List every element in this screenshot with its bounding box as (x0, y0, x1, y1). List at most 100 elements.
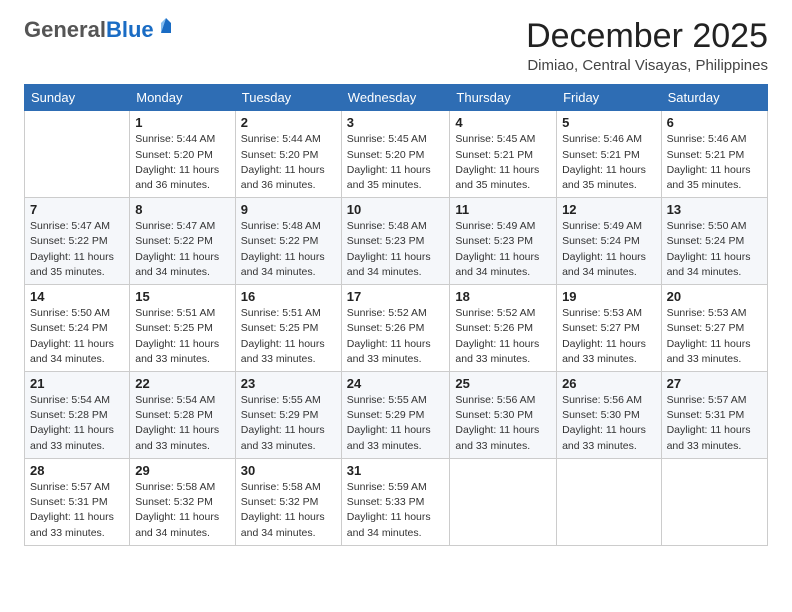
day-info: Sunrise: 5:56 AMSunset: 5:30 PMDaylight:… (455, 393, 551, 454)
col-header-thursday: Thursday (450, 85, 557, 111)
day-info: Sunrise: 5:47 AMSunset: 5:22 PMDaylight:… (30, 219, 124, 280)
calendar-cell (25, 111, 130, 198)
day-number: 5 (562, 115, 656, 130)
day-number: 25 (455, 376, 551, 391)
day-number: 9 (241, 202, 336, 217)
calendar-cell: 4Sunrise: 5:45 AMSunset: 5:21 PMDaylight… (450, 111, 557, 198)
day-info: Sunrise: 5:44 AMSunset: 5:20 PMDaylight:… (135, 132, 230, 193)
calendar-cell: 25 Sunrise: 5:56 AMSunset: 5:30 PMDayligh… (450, 372, 557, 459)
day-info: Sunrise: 5:48 AMSunset: 5:22 PMDaylight:… (241, 219, 336, 280)
day-info: Sunrise: 5:45 AMSunset: 5:20 PMDaylight:… (347, 132, 445, 193)
day-info: Sunrise: 5:55 AMSunset: 5:29 PMDaylight:… (347, 393, 445, 454)
col-header-saturday: Saturday (661, 85, 767, 111)
calendar-cell: 28 Sunrise: 5:57 AMSunset: 5:31 PMDayligh… (25, 458, 130, 545)
day-info: Sunrise: 5:49 AMSunset: 5:24 PMDaylight:… (562, 219, 656, 280)
day-info: Sunrise: 5:51 AMSunset: 5:25 PMDaylight:… (135, 306, 230, 367)
day-number: 22 (135, 376, 230, 391)
day-number: 11 (455, 202, 551, 217)
calendar-cell: 29 Sunrise: 5:58 AMSunset: 5:32 PMDayligh… (130, 458, 236, 545)
day-number: 20 (667, 289, 762, 304)
day-info: Sunrise: 5:49 AMSunset: 5:23 PMDaylight:… (455, 219, 551, 280)
day-info: Sunrise: 5:52 AMSunset: 5:26 PMDaylight:… (455, 306, 551, 367)
col-header-tuesday: Tuesday (235, 85, 341, 111)
calendar-cell (557, 458, 662, 545)
calendar-cell: 10Sunrise: 5:48 AMSunset: 5:23 PMDayligh… (341, 198, 450, 285)
calendar-cell: 30 Sunrise: 5:58 AMSunset: 5:32 PMDayligh… (235, 458, 341, 545)
day-info: Sunrise: 5:52 AMSunset: 5:26 PMDaylight:… (347, 306, 445, 367)
day-number: 8 (135, 202, 230, 217)
col-header-monday: Monday (130, 85, 236, 111)
day-info: Sunrise: 5:55 AMSunset: 5:29 PMDaylight:… (241, 393, 336, 454)
day-info: Sunrise: 5:57 AMSunset: 5:31 PMDaylight:… (30, 480, 124, 541)
day-number: 17 (347, 289, 445, 304)
day-number: 10 (347, 202, 445, 217)
col-header-wednesday: Wednesday (341, 85, 450, 111)
calendar-cell (661, 458, 767, 545)
calendar-cell: 7 Sunrise: 5:47 AMSunset: 5:22 PMDaylight… (25, 198, 130, 285)
header: GeneralBlue December 2025 Dimiao, Centra… (24, 18, 768, 74)
day-info: Sunrise: 5:53 AMSunset: 5:27 PMDaylight:… (667, 306, 762, 367)
col-header-friday: Friday (557, 85, 662, 111)
day-info: Sunrise: 5:46 AMSunset: 5:21 PMDaylight:… (562, 132, 656, 193)
day-number: 24 (347, 376, 445, 391)
day-number: 13 (667, 202, 762, 217)
calendar-week-row: 21 Sunrise: 5:54 AMSunset: 5:28 PMDayligh… (25, 372, 768, 459)
calendar-cell: 3Sunrise: 5:45 AMSunset: 5:20 PMDaylight… (341, 111, 450, 198)
page: GeneralBlue December 2025 Dimiao, Centra… (0, 0, 792, 612)
day-number: 1 (135, 115, 230, 130)
day-number: 30 (241, 463, 336, 478)
calendar-cell: 6 Sunrise: 5:46 AMSunset: 5:21 PMDaylight… (661, 111, 767, 198)
day-info: Sunrise: 5:58 AMSunset: 5:32 PMDaylight:… (241, 480, 336, 541)
calendar-week-row: 1 Sunrise: 5:44 AMSunset: 5:20 PMDaylight… (25, 111, 768, 198)
calendar-week-row: 14 Sunrise: 5:50 AMSunset: 5:24 PMDayligh… (25, 285, 768, 372)
calendar-cell (450, 458, 557, 545)
calendar-cell: 9 Sunrise: 5:48 AMSunset: 5:22 PMDaylight… (235, 198, 341, 285)
calendar-cell: 1 Sunrise: 5:44 AMSunset: 5:20 PMDaylight… (130, 111, 236, 198)
day-number: 15 (135, 289, 230, 304)
day-number: 6 (667, 115, 762, 130)
day-number: 12 (562, 202, 656, 217)
calendar-table: SundayMondayTuesdayWednesdayThursdayFrid… (24, 84, 768, 545)
month-title: December 2025 (526, 18, 768, 55)
day-info: Sunrise: 5:47 AMSunset: 5:22 PMDaylight:… (135, 219, 230, 280)
calendar-cell: 23 Sunrise: 5:55 AMSunset: 5:29 PMDayligh… (235, 372, 341, 459)
day-number: 29 (135, 463, 230, 478)
day-info: Sunrise: 5:50 AMSunset: 5:24 PMDaylight:… (667, 219, 762, 280)
day-info: Sunrise: 5:50 AMSunset: 5:24 PMDaylight:… (30, 306, 124, 367)
day-info: Sunrise: 5:56 AMSunset: 5:30 PMDaylight:… (562, 393, 656, 454)
logo: GeneralBlue (24, 18, 175, 42)
day-number: 21 (30, 376, 124, 391)
day-info: Sunrise: 5:59 AMSunset: 5:33 PMDaylight:… (347, 480, 445, 541)
title-block: December 2025 Dimiao, Central Visayas, P… (526, 18, 768, 74)
day-number: 28 (30, 463, 124, 478)
day-info: Sunrise: 5:58 AMSunset: 5:32 PMDaylight:… (135, 480, 230, 541)
day-info: Sunrise: 5:54 AMSunset: 5:28 PMDaylight:… (135, 393, 230, 454)
calendar-cell: 18Sunrise: 5:52 AMSunset: 5:26 PMDayligh… (450, 285, 557, 372)
day-info: Sunrise: 5:57 AMSunset: 5:31 PMDaylight:… (667, 393, 762, 454)
calendar-cell: 31 Sunrise: 5:59 AMSunset: 5:33 PMDayligh… (341, 458, 450, 545)
calendar-cell: 21Sunrise: 5:54 AMSunset: 5:28 PMDayligh… (25, 372, 130, 459)
day-number: 31 (347, 463, 445, 478)
day-info: Sunrise: 5:46 AMSunset: 5:21 PMDaylight:… (667, 132, 762, 193)
calendar-cell: 2Sunrise: 5:44 AMSunset: 5:20 PMDaylight… (235, 111, 341, 198)
calendar-cell: 19Sunrise: 5:53 AMSunset: 5:27 PMDayligh… (557, 285, 662, 372)
calendar-cell: 17 Sunrise: 5:52 AMSunset: 5:26 PMDayligh… (341, 285, 450, 372)
day-number: 16 (241, 289, 336, 304)
day-info: Sunrise: 5:44 AMSunset: 5:20 PMDaylight:… (241, 132, 336, 193)
calendar-cell: 5 Sunrise: 5:46 AMSunset: 5:21 PMDaylight… (557, 111, 662, 198)
day-number: 26 (562, 376, 656, 391)
day-number: 23 (241, 376, 336, 391)
calendar-cell: 22 Sunrise: 5:54 AMSunset: 5:28 PMDayligh… (130, 372, 236, 459)
calendar-cell: 27 Sunrise: 5:57 AMSunset: 5:31 PMDayligh… (661, 372, 767, 459)
day-number: 7 (30, 202, 124, 217)
calendar-cell: 16Sunrise: 5:51 AMSunset: 5:25 PMDayligh… (235, 285, 341, 372)
calendar-header-row: SundayMondayTuesdayWednesdayThursdayFrid… (25, 85, 768, 111)
calendar-cell: 20 Sunrise: 5:53 AMSunset: 5:27 PMDayligh… (661, 285, 767, 372)
day-number: 19 (562, 289, 656, 304)
day-number: 27 (667, 376, 762, 391)
day-info: Sunrise: 5:45 AMSunset: 5:21 PMDaylight:… (455, 132, 551, 193)
calendar-cell: 24 Sunrise: 5:55 AMSunset: 5:29 PMDayligh… (341, 372, 450, 459)
day-number: 14 (30, 289, 124, 304)
calendar-week-row: 7 Sunrise: 5:47 AMSunset: 5:22 PMDaylight… (25, 198, 768, 285)
calendar-cell: 14 Sunrise: 5:50 AMSunset: 5:24 PMDayligh… (25, 285, 130, 372)
